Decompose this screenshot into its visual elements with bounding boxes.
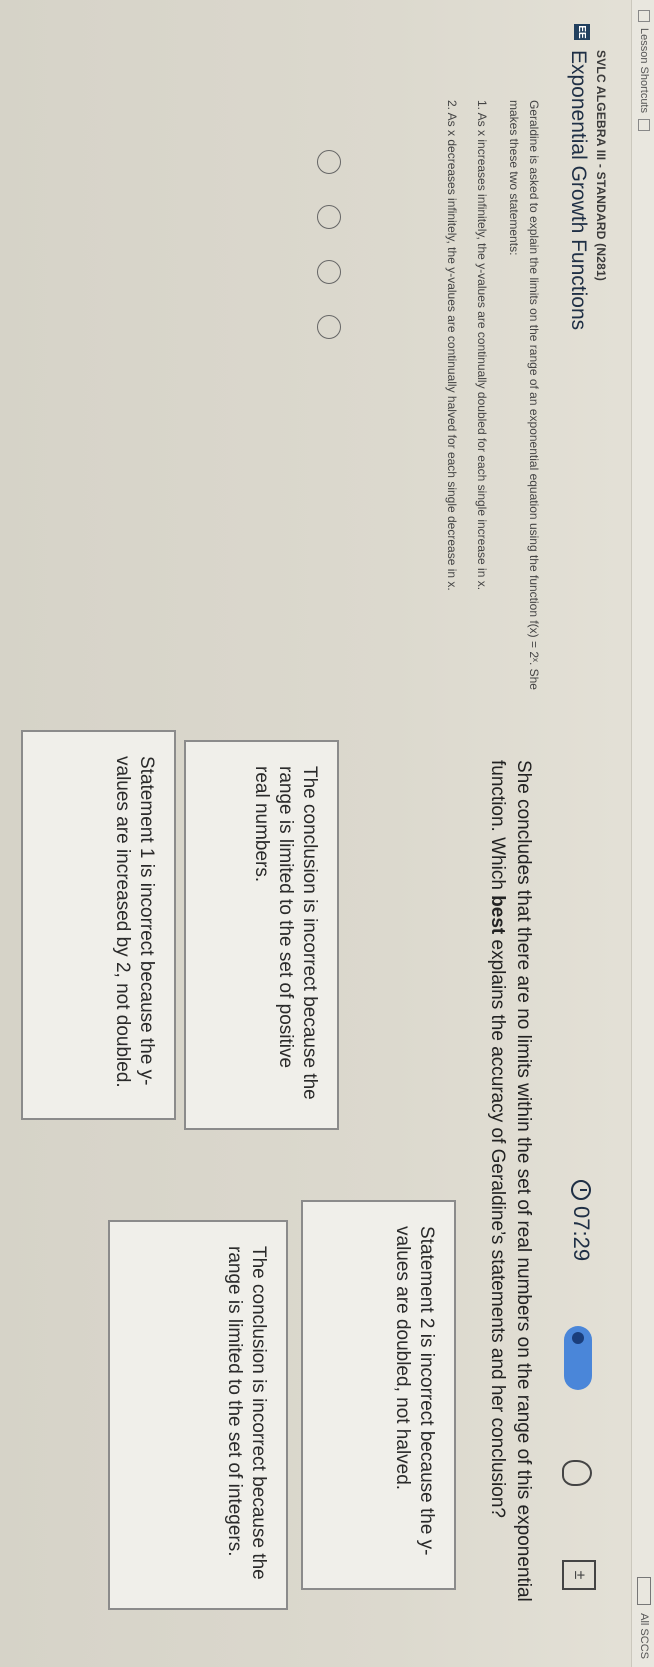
tool-icon-2[interactable] xyxy=(317,205,341,229)
progress-toggle[interactable] xyxy=(564,1326,592,1390)
tool-icon-1[interactable] xyxy=(317,150,341,174)
lesson-header: EE SVLC ALGEBRA III - STANDARD (N281) Ex… xyxy=(556,20,626,1640)
statement-2: 2. As x decreases infinitely, the y-valu… xyxy=(445,100,459,591)
problem-context: Geraldine is asked to explain the limits… xyxy=(324,100,544,720)
answer-choice-text: The conclusion is incorrect because the … xyxy=(224,1246,269,1580)
problem-intro: Geraldine is asked to explain the limits… xyxy=(507,100,541,690)
timer-value: 07:29 xyxy=(569,1206,594,1262)
question-text-part-2: explains the accuracy of Geraldine’s sta… xyxy=(487,934,508,1518)
question-text: She concludes that there are no limits w… xyxy=(484,760,536,1640)
hint-bulb-icon[interactable] xyxy=(562,1460,592,1486)
answer-choice-2[interactable]: Statement 2 is incorrect because the y-v… xyxy=(301,1200,456,1590)
answer-choice-4[interactable]: The conclusion is incorrect because the … xyxy=(108,1220,288,1610)
question-area: She concludes that there are no limits w… xyxy=(484,760,536,1640)
clock-icon xyxy=(571,1180,591,1200)
answer-choice-3[interactable]: Statement 1 is incorrect because the y-v… xyxy=(21,730,176,1120)
course-title: SVLC ALGEBRA III - STANDARD (N281) xyxy=(594,50,608,282)
tool-icon-4[interactable] xyxy=(317,315,341,339)
calculator-symbol: ± xyxy=(571,1570,588,1580)
timer: 07:29 xyxy=(568,1180,594,1261)
side-tools xyxy=(299,150,349,380)
window-icon[interactable] xyxy=(637,1577,651,1606)
answer-choices: The conclusion is incorrect because the … xyxy=(14,730,456,1630)
assessment-screen: Lesson Shortcuts All SCCS EE SVLC ALGEBR… xyxy=(0,0,654,1667)
shortcuts-icon xyxy=(638,10,650,22)
shortcuts-label: Lesson Shortcuts xyxy=(638,28,650,113)
grid-icon xyxy=(638,119,650,131)
lesson-title: Exponential Growth Functions xyxy=(567,50,590,331)
tool-icon-3[interactable] xyxy=(317,260,341,284)
calculator-icon[interactable]: ± xyxy=(562,1560,596,1590)
top-toolbar: Lesson Shortcuts All SCCS xyxy=(631,0,654,1667)
course-icon: EE xyxy=(574,24,590,40)
top-right-text: All SCCS xyxy=(638,1613,650,1659)
question-emphasis: best xyxy=(487,895,508,935)
lesson-shortcuts[interactable]: Lesson Shortcuts xyxy=(638,10,650,131)
answer-choice-1[interactable]: The conclusion is incorrect because the … xyxy=(184,740,339,1130)
answer-choice-text: Statement 2 is incorrect because the y-v… xyxy=(392,1226,437,1556)
statement-1: 1. As x increases infinitely, the y-valu… xyxy=(475,100,489,591)
answer-choice-text: The conclusion is incorrect because the … xyxy=(251,766,320,1100)
answer-choice-text: Statement 1 is incorrect because the y-v… xyxy=(112,756,157,1088)
